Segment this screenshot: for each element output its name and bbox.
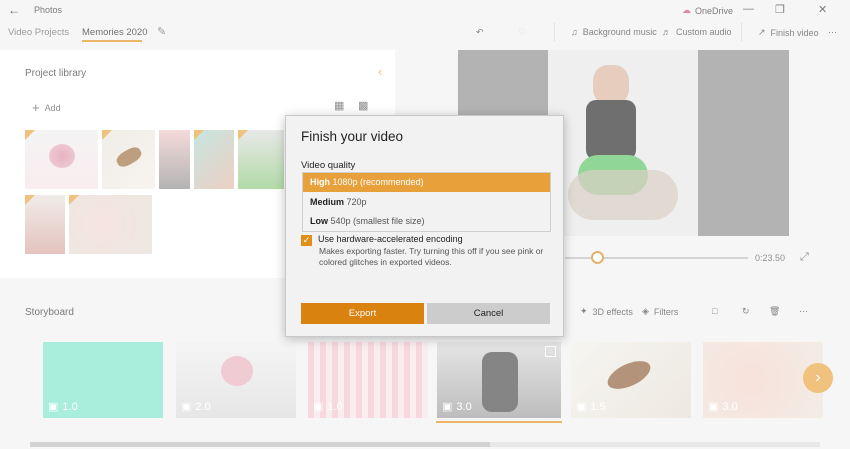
finish-video-dialog: Finish your video Video quality High 108… xyxy=(285,115,564,337)
quality-option-low[interactable]: Low 540p (smallest file size) xyxy=(303,212,550,231)
hardware-encoding-checkbox[interactable]: ✓ xyxy=(301,235,312,246)
hardware-encoding-description: Makes exporting faster. Try turning this… xyxy=(319,246,544,267)
quality-option-high[interactable]: High 1080p (recommended) xyxy=(303,173,550,192)
video-quality-dropdown[interactable]: High 1080p (recommended) Medium 720p Low… xyxy=(302,172,551,232)
cancel-button[interactable]: Cancel xyxy=(427,303,550,324)
dialog-title: Finish your video xyxy=(301,129,404,144)
export-button[interactable]: Export xyxy=(301,303,424,324)
video-quality-label: Video quality xyxy=(301,160,356,171)
quality-option-medium[interactable]: Medium 720p xyxy=(303,193,550,212)
hardware-encoding-label: Use hardware-accelerated encoding xyxy=(318,234,463,244)
